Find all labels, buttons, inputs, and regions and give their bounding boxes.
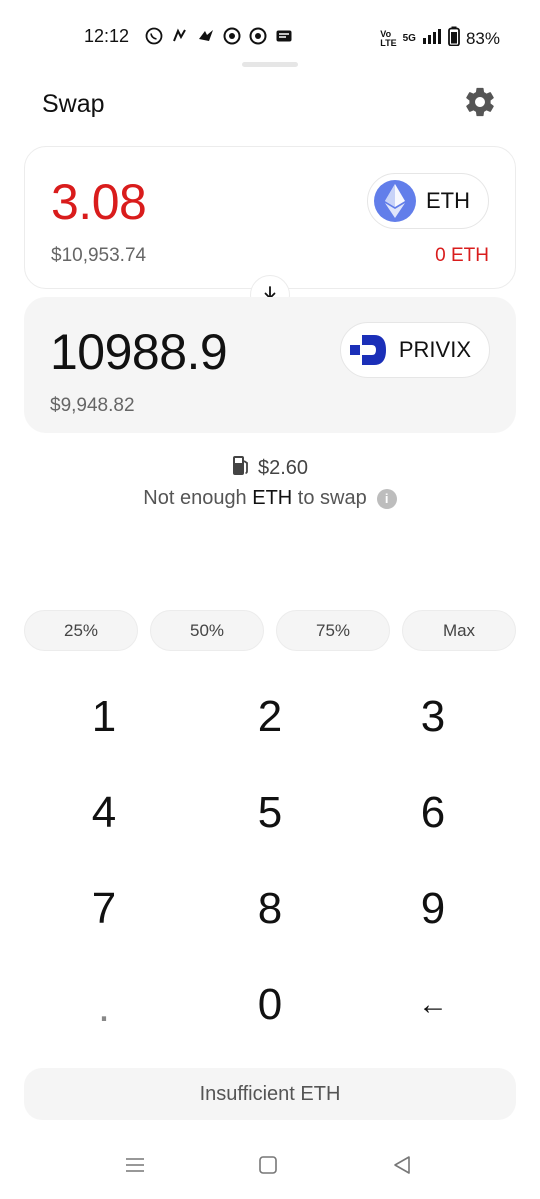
sell-card[interactable]: 3.08 ETH $10,953.74 0 ETH [24, 146, 516, 289]
chrome-icon [248, 26, 268, 46]
percent-75-button[interactable]: 75% [276, 610, 390, 651]
app-icon [196, 26, 216, 46]
battery-icon [448, 26, 460, 51]
menu-icon [124, 1156, 146, 1179]
network-fee-row: $2.60 [0, 454, 540, 482]
key-7[interactable]: 7 [44, 864, 164, 954]
key-5[interactable]: 5 [210, 768, 330, 858]
key-6[interactable]: 6 [373, 768, 493, 858]
buy-amount: 10988.9 [50, 324, 228, 380]
whatsapp-icon [144, 26, 164, 46]
sell-token-symbol: ETH [426, 188, 470, 213]
notification-icons [144, 26, 294, 46]
percent-50-button[interactable]: 50% [150, 610, 264, 651]
buy-fiat-value: $9,948.82 [50, 395, 135, 416]
insufficient-balance-warning: Not enough ETH to swap i [0, 487, 540, 510]
network-fee: $2.60 [257, 456, 309, 479]
sell-balance: 0 ETH [435, 245, 489, 266]
menu-nav-button[interactable] [115, 1152, 155, 1182]
status-right: Vo LTE 5G 83% [380, 26, 500, 51]
key-2[interactable]: 2 [210, 672, 330, 762]
back-nav-button[interactable] [382, 1152, 422, 1182]
gmail-icon [274, 26, 294, 46]
buy-token-symbol: PRIVIX [398, 337, 471, 362]
backspace-key[interactable]: ← [373, 960, 493, 1050]
system-nav-bar [0, 1140, 540, 1199]
status-time: 12:12 [84, 26, 130, 46]
app-icon [170, 26, 190, 46]
battery-percent: 83% [465, 28, 500, 48]
sell-token-selector[interactable]: ETH [367, 173, 489, 229]
eth-icon [374, 180, 416, 222]
max-button[interactable]: Max [402, 610, 516, 651]
sell-fiat-value: $10,953.74 [51, 245, 147, 266]
sell-amount-input[interactable]: 3.08 [51, 173, 147, 231]
home-nav-button[interactable] [248, 1152, 288, 1182]
buy-token-selector[interactable]: PRIVIX [339, 322, 490, 378]
buy-card[interactable]: 10988.9 PRIVIX $9,948.82 [24, 297, 516, 433]
key-decimal[interactable]: . [44, 962, 164, 1052]
percent-25-button[interactable]: 25% [24, 610, 138, 651]
gas-pump-icon [232, 454, 250, 482]
chrome-icon [222, 26, 242, 46]
settings-button[interactable] [460, 84, 500, 124]
back-triangle-icon [392, 1155, 412, 1180]
volte-icon: Vo LTE [380, 28, 397, 48]
key-9[interactable]: 9 [373, 864, 493, 954]
sheet-handle[interactable] [242, 62, 298, 67]
page-title: Swap [42, 90, 105, 118]
info-icon[interactable]: i [376, 488, 397, 509]
key-0[interactable]: 0 [210, 960, 330, 1050]
privix-icon [347, 329, 389, 371]
gear-icon [463, 85, 497, 124]
percent-buttons: 25% 50% 75% Max [24, 610, 516, 651]
network-label: 5G [402, 33, 416, 44]
key-1[interactable]: 1 [44, 672, 164, 762]
key-4[interactable]: 4 [44, 768, 164, 858]
signal-icon [422, 28, 442, 49]
warning-text: Not enough ETH to swap [143, 487, 367, 509]
home-square-icon [258, 1155, 278, 1180]
key-8[interactable]: 8 [210, 864, 330, 954]
key-3[interactable]: 3 [373, 672, 493, 762]
swap-submit-button[interactable]: Insufficient ETH [24, 1068, 516, 1120]
